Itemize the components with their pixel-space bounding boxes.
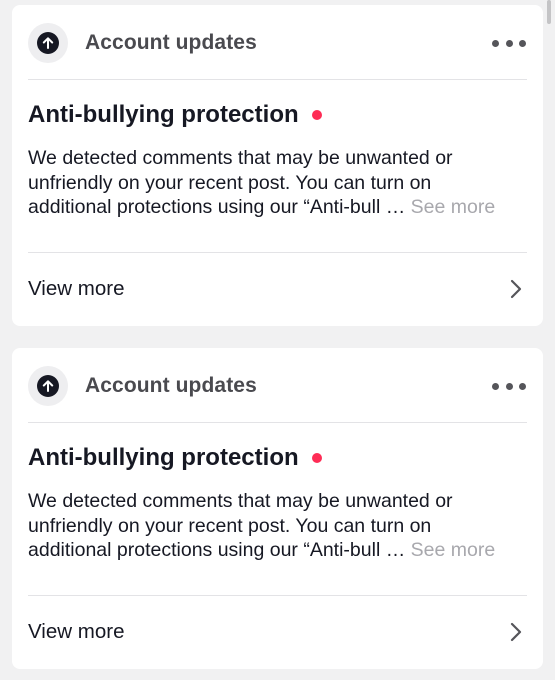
more-horizontal-icon	[492, 382, 499, 390]
notification-feed: Account updates Anti-bullying protection…	[0, 0, 555, 680]
notification-title-text: Anti-bullying protection	[28, 101, 299, 128]
arrow-up-circle-icon	[37, 375, 59, 397]
view-more-label: View more	[28, 277, 125, 300]
notification-body: We detected comments that may be unwante…	[28, 146, 528, 220]
view-more-label: View more	[28, 620, 125, 643]
divider	[28, 422, 527, 423]
notification-title: Anti-bullying protection	[28, 101, 322, 129]
view-more-button[interactable]: View more	[12, 253, 543, 326]
more-horizontal-icon	[492, 39, 499, 47]
notification-title: Anti-bullying protection	[28, 444, 322, 472]
chevron-right-icon	[510, 622, 522, 642]
category-avatar	[28, 23, 68, 63]
body-line: unfriendly on your recent post. You can …	[28, 514, 432, 537]
arrow-up-circle-icon	[37, 32, 59, 54]
body-line: unfriendly on your recent post. You can …	[28, 171, 432, 194]
notification-title-text: Anti-bullying protection	[28, 444, 299, 471]
body-line-text: additional protections using our “Anti-b…	[28, 196, 411, 218]
unread-dot-icon	[311, 453, 322, 463]
body-line-last: additional protections using our “Anti-b…	[28, 195, 528, 220]
notification-card[interactable]: Account updates Anti-bullying protection…	[12, 348, 543, 669]
view-more-button[interactable]: View more	[12, 596, 543, 669]
see-more-link[interactable]: See more	[411, 539, 496, 561]
body-line: We detected comments that may be unwante…	[28, 147, 453, 169]
body-line-last: additional protections using our “Anti-b…	[28, 538, 528, 563]
body-line: We detected comments that may be unwante…	[28, 490, 453, 512]
scrollbar[interactable]	[547, 0, 551, 24]
notification-card[interactable]: Account updates Anti-bullying protection…	[12, 5, 543, 326]
see-more-link[interactable]: See more	[411, 196, 496, 218]
notification-body: We detected comments that may be unwante…	[28, 489, 528, 563]
unread-dot-icon	[311, 110, 322, 120]
more-options-button[interactable]	[489, 33, 529, 53]
body-line-text: additional protections using our “Anti-b…	[28, 539, 411, 561]
category-avatar	[28, 366, 68, 406]
divider	[28, 79, 527, 80]
chevron-right-icon	[510, 279, 522, 299]
card-header: Account updates	[12, 5, 543, 81]
card-header: Account updates	[12, 348, 543, 424]
category-title: Account updates	[85, 31, 257, 54]
category-title: Account updates	[85, 374, 257, 397]
more-options-button[interactable]	[489, 376, 529, 396]
